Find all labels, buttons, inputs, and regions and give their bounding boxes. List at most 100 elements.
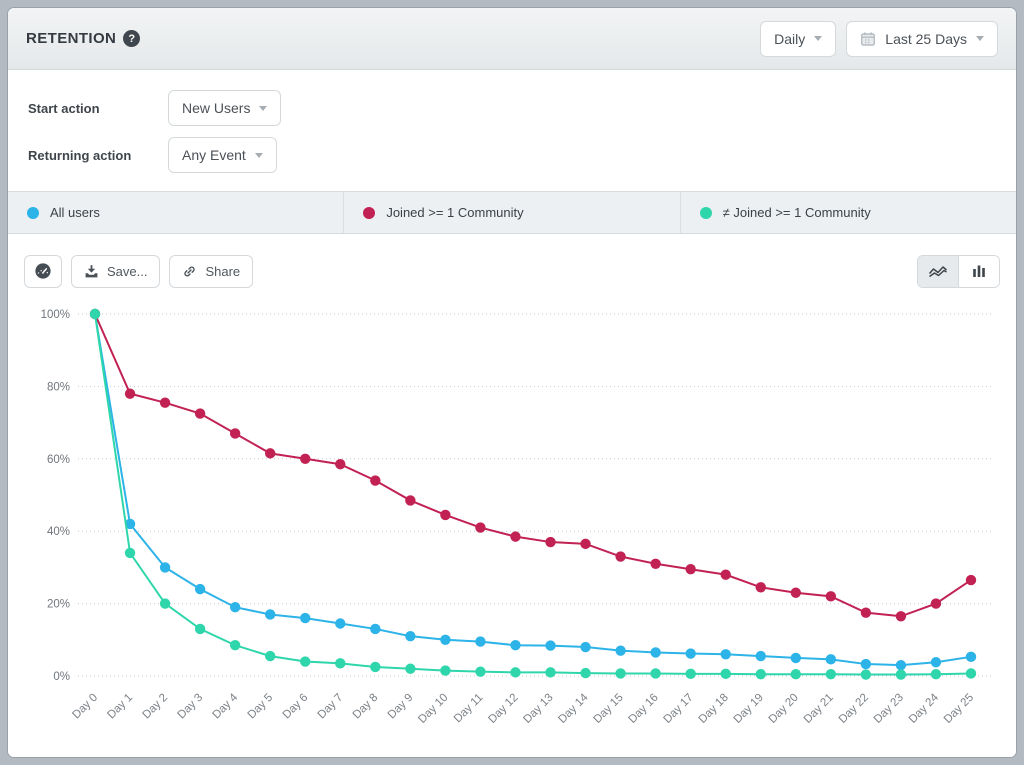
retention-chart[interactable]: 100%80%60%40%20%0%Day 0Day 1Day 2Day 3Da… [8,294,1016,756]
start-action-value: New Users [182,100,250,116]
data-point[interactable] [545,667,555,677]
data-point[interactable] [580,642,590,652]
data-point[interactable] [545,640,555,650]
data-point[interactable] [405,495,415,505]
data-point[interactable] [791,588,801,598]
data-point[interactable] [335,618,345,628]
data-point[interactable] [370,475,380,485]
data-point[interactable] [370,624,380,634]
dashboard-gauge-button[interactable] [24,255,62,288]
x-tick-label: Day 7 [316,692,346,722]
help-icon[interactable]: ? [123,30,140,47]
data-point[interactable] [475,666,485,676]
data-point[interactable] [791,669,801,679]
data-point[interactable] [160,598,170,608]
data-point[interactable] [826,654,836,664]
start-action-dropdown[interactable]: New Users [168,90,281,126]
data-point[interactable] [931,669,941,679]
data-point[interactable] [756,669,766,679]
data-point[interactable] [650,647,660,657]
data-point[interactable] [756,651,766,661]
y-tick-label: 40% [47,526,70,538]
x-tick-label: Day 24 [907,691,942,726]
data-point[interactable] [826,591,836,601]
data-point[interactable] [721,669,731,679]
data-point[interactable] [685,564,695,574]
data-point[interactable] [90,309,100,319]
data-point[interactable] [685,669,695,679]
data-point[interactable] [510,667,520,677]
data-point[interactable] [265,448,275,458]
data-point[interactable] [510,640,520,650]
data-point[interactable] [370,662,380,672]
returning-action-dropdown[interactable]: Any Event [168,137,277,173]
data-point[interactable] [861,669,871,679]
data-point[interactable] [861,607,871,617]
granularity-dropdown[interactable]: Daily [760,21,836,57]
data-point[interactable] [966,668,976,678]
data-point[interactable] [826,669,836,679]
data-point[interactable] [475,522,485,532]
data-point[interactable] [721,569,731,579]
data-point[interactable] [300,656,310,666]
data-point[interactable] [896,611,906,621]
data-point[interactable] [475,636,485,646]
x-tick-label: Day 15 [591,692,625,726]
data-point[interactable] [125,548,135,558]
data-point[interactable] [896,669,906,679]
legend-item-not-joined-community[interactable]: ≠ Joined >= 1 Community [681,192,1016,233]
x-tick-label: Day 23 [872,692,906,726]
data-point[interactable] [650,668,660,678]
date-range-dropdown[interactable]: Last 25 Days [846,21,998,57]
data-point[interactable] [510,531,520,541]
data-point[interactable] [195,624,205,634]
data-point[interactable] [440,665,450,675]
bar-chart-toggle[interactable] [958,256,999,287]
share-button[interactable]: Share [169,255,253,288]
data-point[interactable] [756,582,766,592]
data-point[interactable] [265,609,275,619]
data-point[interactable] [615,551,625,561]
calendar-icon [860,31,876,47]
data-point[interactable] [966,575,976,585]
chart-section: Save... Share [8,234,1016,757]
legend-item-all-users[interactable]: All users [8,192,344,233]
data-point[interactable] [230,428,240,438]
data-point[interactable] [335,459,345,469]
save-button[interactable]: Save... [71,255,160,288]
line-chart-toggle[interactable] [918,256,958,287]
data-point[interactable] [615,668,625,678]
data-point[interactable] [230,602,240,612]
data-point[interactable] [125,388,135,398]
data-point[interactable] [300,613,310,623]
data-point[interactable] [931,657,941,667]
data-point[interactable] [160,397,170,407]
data-point[interactable] [580,539,590,549]
data-point[interactable] [440,510,450,520]
data-point[interactable] [721,649,731,659]
data-point[interactable] [195,408,205,418]
x-tick-label: Day 13 [521,692,555,726]
x-tick-label: Day 21 [802,692,836,726]
data-point[interactable] [861,659,871,669]
legend-item-joined-community[interactable]: Joined >= 1 Community [344,192,680,233]
data-point[interactable] [265,651,275,661]
data-point[interactable] [405,664,415,674]
data-point[interactable] [160,562,170,572]
data-point[interactable] [580,668,590,678]
data-point[interactable] [405,631,415,641]
data-point[interactable] [931,598,941,608]
save-label: Save... [107,264,147,279]
data-point[interactable] [300,454,310,464]
data-point[interactable] [615,645,625,655]
data-point[interactable] [195,584,205,594]
data-point[interactable] [335,658,345,668]
data-point[interactable] [896,660,906,670]
data-point[interactable] [685,648,695,658]
data-point[interactable] [440,635,450,645]
data-point[interactable] [650,559,660,569]
data-point[interactable] [791,653,801,663]
data-point[interactable] [545,537,555,547]
data-point[interactable] [230,640,240,650]
data-point[interactable] [966,652,976,662]
